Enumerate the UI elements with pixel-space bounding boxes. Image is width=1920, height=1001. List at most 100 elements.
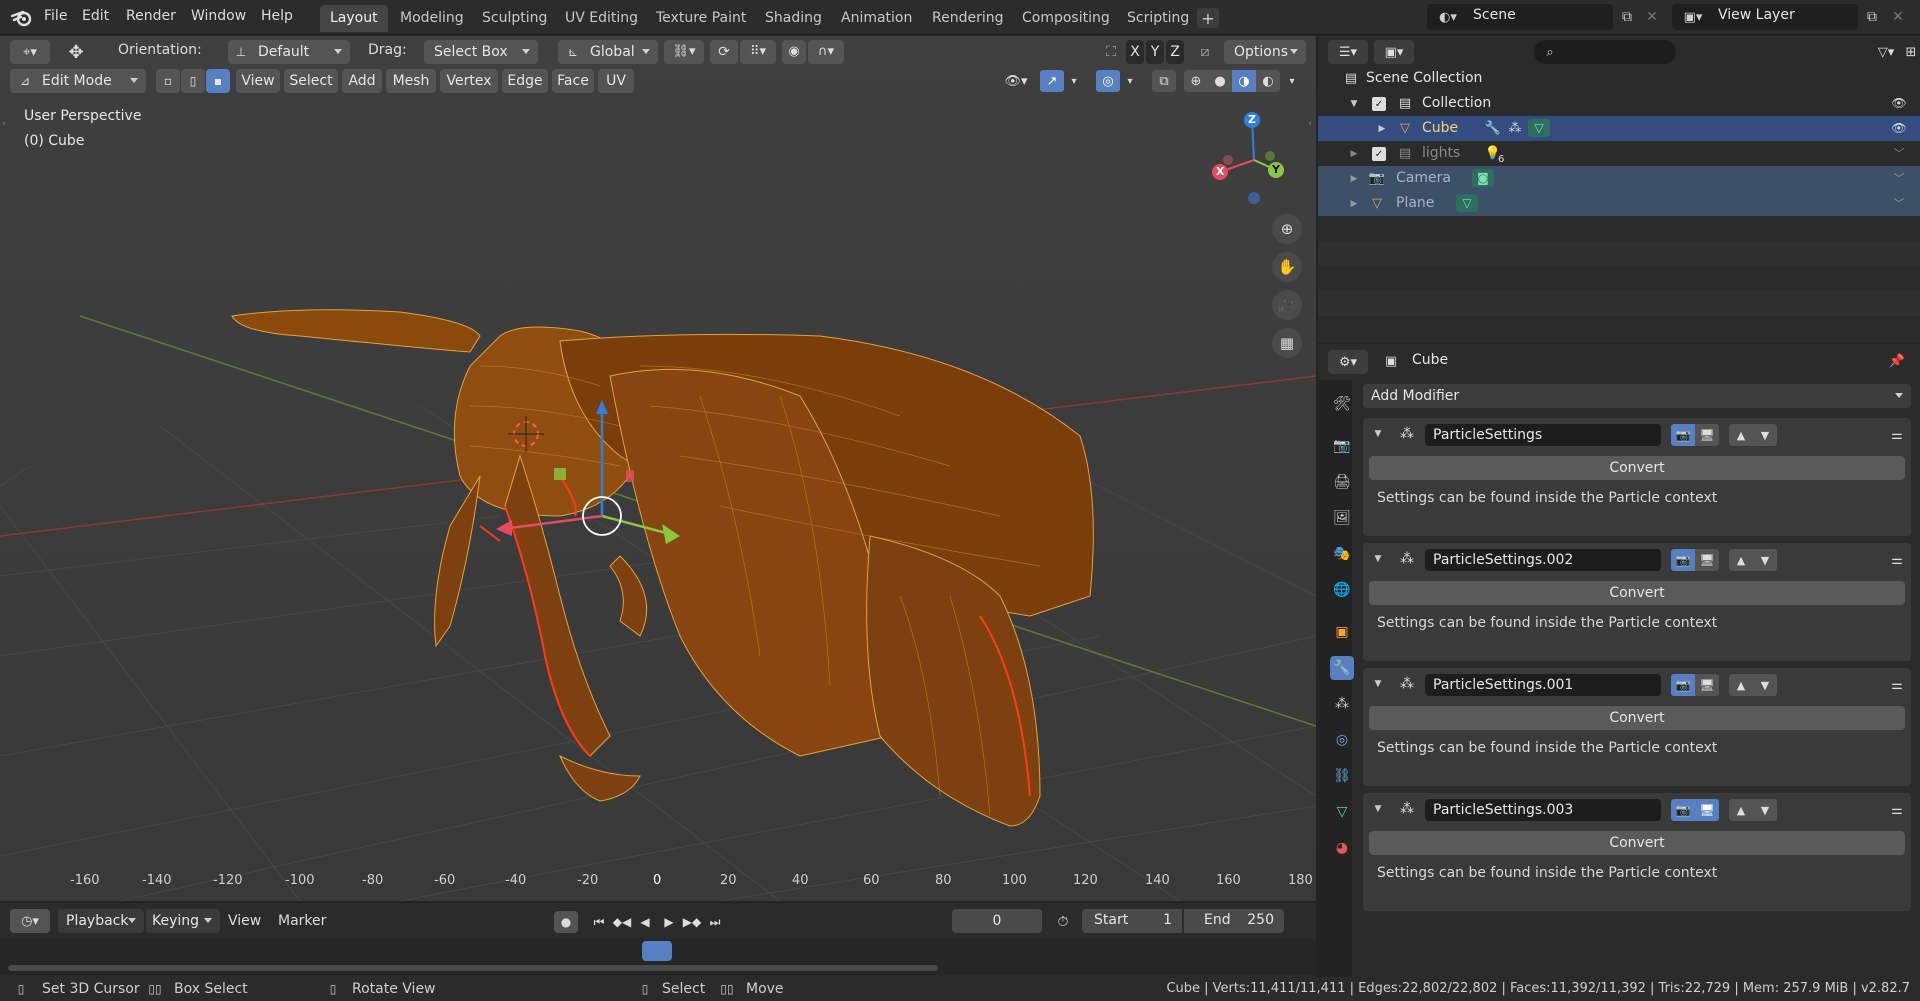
menu-face[interactable]: Face [552, 69, 594, 93]
record-icon[interactable]: ● [554, 911, 578, 933]
remove-view-layer-icon[interactable]: ✕ [1888, 6, 1908, 28]
add-modifier-dropdown[interactable]: Add Modifier [1363, 384, 1911, 408]
constraints-tab-icon[interactable]: ⛓ [1330, 764, 1354, 788]
scene-selector[interactable]: ◐▾ Scene [1427, 4, 1613, 30]
tab-rendering[interactable]: Rendering [922, 5, 1014, 32]
outliner-search-input[interactable]: ⌕ [1534, 40, 1676, 64]
collapse-arrow-icon[interactable]: ▼ [1371, 426, 1385, 442]
axis-z-toggle[interactable]: Z [1166, 40, 1184, 64]
checkbox-checked-icon[interactable]: ✓ [1372, 97, 1386, 111]
modifier-name-field[interactable]: ParticleSettings.003 [1425, 799, 1661, 821]
topology-mirror-icon[interactable]: ⧄ [1194, 42, 1216, 62]
overlays-toggle-icon[interactable]: ◎ [1096, 70, 1120, 92]
outliner-row-scene-collection[interactable]: ▤ Scene Collection [1318, 66, 1920, 91]
stopwatch-icon[interactable]: ⏱ [1052, 911, 1074, 933]
expand-arrow-icon[interactable]: ▶ [1348, 147, 1360, 161]
collapse-arrow-icon[interactable]: ▼ [1371, 801, 1385, 817]
jump-start-icon[interactable]: ⏮ [588, 911, 610, 933]
modifier-options-icon[interactable]: ⚌ [1887, 424, 1907, 446]
options-dropdown[interactable]: Options [1224, 40, 1306, 64]
ortho-grid-icon[interactable]: ▦ [1272, 328, 1302, 358]
move-down-icon[interactable]: ▼ [1753, 424, 1777, 446]
toolbar-expand-icon[interactable]: › [0, 116, 8, 132]
view-layer-tab-icon[interactable]: 🖼 [1330, 506, 1354, 530]
menu-uv[interactable]: UV [598, 69, 634, 93]
tab-modeling[interactable]: Modeling [390, 5, 474, 32]
display-mode-icon[interactable]: ▣▾ [1374, 40, 1414, 64]
menu-mesh[interactable]: Mesh [386, 69, 436, 93]
tab-compositing[interactable]: Compositing [1012, 5, 1120, 32]
playback-dropdown[interactable]: Playback [58, 909, 144, 933]
collapse-arrow-icon[interactable]: ▼ [1371, 676, 1385, 692]
expand-arrow-icon[interactable]: ▶ [1376, 122, 1388, 136]
render-tab-icon[interactable]: 📷 [1330, 434, 1354, 458]
particles-tab-icon[interactable]: ⁂ [1330, 692, 1354, 716]
menu-edit[interactable]: Edit [82, 8, 109, 24]
convert-button[interactable]: Convert [1369, 831, 1905, 855]
move-down-icon[interactable]: ▼ [1753, 799, 1777, 821]
timeline-scrollbar[interactable] [8, 965, 938, 971]
modifier-name-field[interactable]: ParticleSettings [1425, 424, 1661, 446]
tab-layout[interactable]: Layout [320, 5, 388, 32]
viewport-toggle-icon[interactable]: 🖥 [1695, 549, 1719, 571]
face-select-icon[interactable]: ▪ [206, 69, 230, 93]
mirror-icon[interactable]: ⛶ [1100, 42, 1122, 62]
viewport-toggle-icon[interactable]: 🖥 [1695, 424, 1719, 446]
filter-icon[interactable]: ▽▾ [1870, 40, 1902, 64]
snap-target-icon[interactable]: ⠿▾ [740, 40, 776, 64]
outliner-row-collection[interactable]: ▼ ✓ ▤ Collection 👁 [1318, 91, 1920, 116]
add-workspace-icon[interactable]: + [1197, 8, 1219, 28]
new-scene-icon[interactable]: ⧉ [1615, 6, 1639, 28]
convert-button[interactable]: Convert [1369, 456, 1905, 480]
menu-view[interactable]: View [236, 69, 280, 93]
tab-sculpting[interactable]: Sculpting [472, 5, 557, 32]
menu-select[interactable]: Select [284, 69, 338, 93]
modifier-name-field[interactable]: ParticleSettings.002 [1425, 549, 1661, 571]
tab-animation[interactable]: Animation [831, 5, 922, 32]
visibility-icon[interactable]: 👁▾ [996, 70, 1036, 92]
mesh-data-icon[interactable]: ▽ [1456, 194, 1478, 212]
expand-arrow-icon[interactable]: ▼ [1348, 97, 1360, 111]
outliner-row-plane[interactable]: ▶ ▽ Plane ▽ ﹀ [1318, 191, 1920, 216]
render-toggle-icon[interactable]: 📷 [1671, 424, 1695, 446]
snap-icon[interactable]: ⟳ [710, 40, 738, 64]
world-tab-icon[interactable]: 🌐 [1330, 578, 1354, 602]
gizmo-toggle-icon[interactable]: ↗ [1040, 70, 1064, 92]
shading-rendered-icon[interactable]: ◐ [1256, 70, 1280, 92]
remove-scene-icon[interactable]: ✕ [1642, 6, 1662, 28]
pivot-point-icon[interactable]: ⛓▾ [664, 40, 704, 64]
zoom-icon[interactable]: ⊕ [1272, 214, 1302, 244]
vertex-select-icon[interactable]: ▫ [156, 69, 180, 93]
overlays-options-icon[interactable]: ▾ [1122, 70, 1138, 92]
material-tab-icon[interactable]: ◕ [1330, 836, 1354, 860]
xray-icon[interactable]: ⧉ [1152, 70, 1176, 92]
chevron-down-icon[interactable]: ﹀ [1890, 170, 1908, 186]
menu-edge[interactable]: Edge [502, 69, 548, 93]
shading-options-icon[interactable]: ▾ [1284, 70, 1300, 92]
eye-icon[interactable]: 👁 [1890, 95, 1908, 111]
tab-scripting[interactable]: Scripting [1117, 5, 1199, 32]
tab-texture-paint[interactable]: Texture Paint [646, 5, 756, 32]
playhead[interactable] [642, 941, 672, 961]
menu-window[interactable]: Window [191, 8, 246, 24]
menu-file[interactable]: File [44, 8, 67, 24]
modifier-options-icon[interactable]: ⚌ [1887, 674, 1907, 696]
axis-x-toggle[interactable]: X [1126, 40, 1144, 64]
camera-data-icon[interactable]: ◙ [1472, 169, 1494, 187]
pin-icon[interactable]: 📌 [1888, 352, 1906, 370]
falloff-icon[interactable]: ∩▾ [808, 40, 844, 64]
modifier-wrench-icon[interactable]: 🔧 [1484, 120, 1502, 136]
axis-y-toggle[interactable]: Y [1146, 40, 1164, 64]
pan-hand-icon[interactable]: ✋ [1272, 252, 1302, 282]
collapse-arrow-icon[interactable]: ▼ [1371, 551, 1385, 567]
expand-arrow-icon[interactable]: ▶ [1348, 172, 1360, 186]
outliner-editor-icon[interactable]: ☰▾ [1328, 40, 1368, 64]
timeline-menu-marker[interactable]: Marker [278, 913, 326, 929]
keying-dropdown[interactable]: Keying [146, 909, 220, 933]
timeline-menu-view[interactable]: View [228, 913, 261, 929]
scene-tab-icon[interactable]: 🎭 [1330, 542, 1354, 566]
expand-arrow-icon[interactable]: ▶ [1348, 197, 1360, 211]
shading-material-icon[interactable]: ◑ [1232, 70, 1256, 92]
tab-shading[interactable]: Shading [755, 5, 832, 32]
menu-render[interactable]: Render [126, 8, 176, 24]
